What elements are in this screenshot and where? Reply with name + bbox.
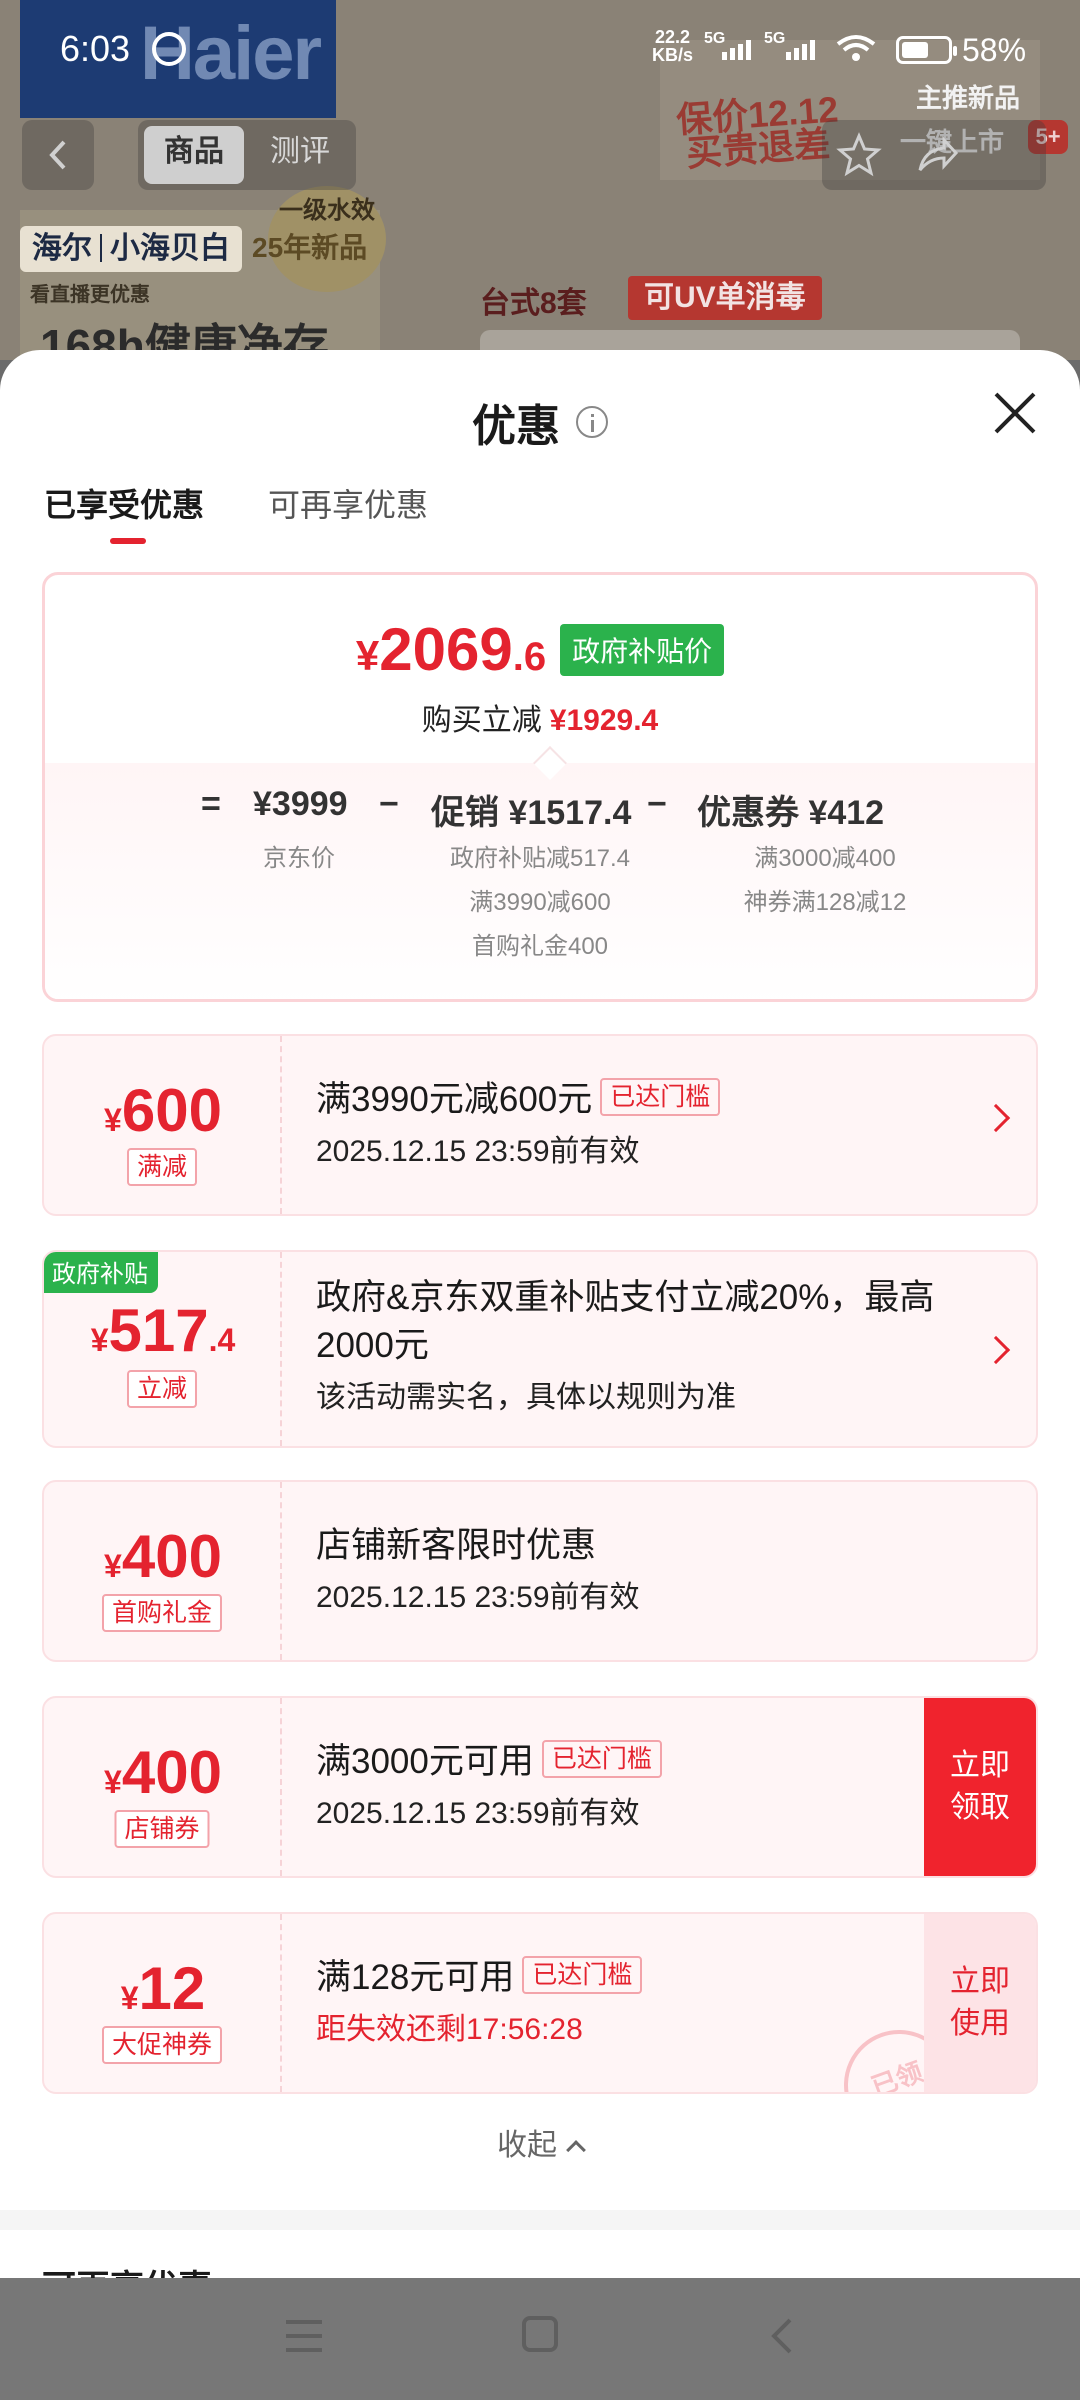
collapse-button[interactable]: 收起 xyxy=(0,2120,1080,2164)
base-price-label: 京东价 xyxy=(263,845,335,872)
formula-base-price: ¥3999 xyxy=(253,785,348,823)
back-icon[interactable] xyxy=(764,2316,800,2356)
coupon-title: 满128元可用 已达门槛 xyxy=(316,1954,956,2002)
coupon-kind: 大促神券 xyxy=(101,2026,223,2064)
coupon-amount-area: ¥400 首购礼金 xyxy=(44,1482,282,1660)
instant-reduction: 购买立减 ¥1929.4 xyxy=(421,704,659,737)
tab-more-discounts[interactable]: 可再享优惠 xyxy=(268,480,428,544)
feature-tag: 台式8套 xyxy=(480,287,587,320)
final-price-row: ¥2069.6 政府补贴价 xyxy=(45,615,1035,684)
info-icon[interactable] xyxy=(576,406,608,438)
coupon-amount-area: ¥12 大促神券 xyxy=(44,1914,282,2092)
share-icon[interactable] xyxy=(914,132,960,178)
chevron-right-icon xyxy=(981,1103,1011,1133)
discount-sheet: 优惠 已享受优惠 可再享优惠 ¥2069.6 政府补贴价 购买立减 ¥1929.4… xyxy=(0,350,1080,2278)
wifi-icon xyxy=(836,35,876,61)
coupon-info: 政府&京东双重补贴支付立减20%，最高2000元 该活动需实名，具体以规则为准 xyxy=(316,1274,936,1416)
threshold-reached-tag: 已达门槛 xyxy=(522,1956,643,1994)
coupon-item: 满3000减400 xyxy=(754,845,896,872)
coupon-card-store: ¥400 店铺券 满3000元可用 已达门槛 2025.12.15 23:59前有… xyxy=(42,1696,1038,1878)
coupon-countdown: 距失效还剩17:56:28 xyxy=(316,2013,583,2046)
formula-minus-1: − xyxy=(379,785,399,823)
coupon-item: 神券满128减12 xyxy=(743,889,907,916)
coupon-info: 满3000元可用 已达门槛 2025.12.15 23:59前有效 xyxy=(316,1738,956,1832)
coupon-validity: 2025.12.15 23:59前有效 xyxy=(316,1797,640,1830)
signal-icon xyxy=(722,40,751,60)
sim2-type: 5G xyxy=(764,30,786,47)
close-icon[interactable] xyxy=(990,388,1040,438)
gov-subsidy-corner-badge: 政府补贴 xyxy=(44,1252,158,1293)
product-brand-line: 海尔 小海贝白 xyxy=(20,226,242,272)
formula-equals: = xyxy=(201,785,221,823)
signal-2-icon xyxy=(786,40,815,60)
back-button[interactable] xyxy=(22,120,94,190)
system-nav-bar xyxy=(0,2278,1080,2400)
formula-coupon: 优惠券 ¥412 xyxy=(697,794,885,832)
live-hint: 看直播更优惠 xyxy=(30,284,150,306)
menu-icon[interactable] xyxy=(284,2318,324,2354)
coupon-kind: 立减 xyxy=(126,1370,198,1408)
product-tabs: 商品 测评 xyxy=(138,120,356,190)
coupon-note: 该活动需实名，具体以规则为准 xyxy=(316,1381,736,1414)
coupon-title: 满3990元减600元 已达门槛 xyxy=(316,1076,956,1124)
poster-text-2: 买贵退差 xyxy=(684,123,832,174)
coupon-title: 政府&京东双重补贴支付立减20%，最高2000元 xyxy=(316,1278,935,1365)
chevron-left-icon xyxy=(49,140,66,170)
coupon-kind: 店铺券 xyxy=(114,1810,210,1848)
promo-item: 满3990减600 xyxy=(469,889,611,916)
coupon-info: 店铺新客限时优惠 2025.12.15 23:59前有效 xyxy=(316,1522,956,1616)
coupon-kind: 满减 xyxy=(126,1148,198,1186)
promo-item: 首购礼金400 xyxy=(471,933,609,960)
coupon-card-first-purchase[interactable]: ¥400 首购礼金 店铺新客限时优惠 2025.12.15 23:59前有效 xyxy=(42,1480,1038,1662)
threshold-reached-tag: 已达门槛 xyxy=(541,1740,662,1778)
home-icon[interactable] xyxy=(522,2316,558,2352)
alarm-icon xyxy=(152,32,186,66)
coupon-card-gov-subsidy[interactable]: ¥517.4 立减 政府补贴 政府&京东双重补贴支付立减20%，最高2000元 … xyxy=(42,1250,1038,1448)
coupon-card-mega-promo: ¥12 大促神券 满128元可用 已达门槛 距失效还剩17:56:28 已领 立即… xyxy=(42,1912,1038,2094)
coupon-amount: ¥517.4 xyxy=(90,1297,236,1364)
chevron-right-icon xyxy=(981,1335,1011,1365)
threshold-reached-tag: 已达门槛 xyxy=(600,1078,721,1116)
feature-tag-2: 可UV单消毒 xyxy=(628,276,822,320)
coupon-amount: ¥400 xyxy=(104,1523,222,1590)
new-badge: 25年新品 xyxy=(252,232,368,263)
coupon-title: 满3000元可用 已达门槛 xyxy=(316,1738,956,1786)
coupon-kind: 首购礼金 xyxy=(101,1594,223,1632)
coupon-validity: 2025.12.15 23:59前有效 xyxy=(316,1581,640,1614)
sheet-title: 优惠 xyxy=(472,402,560,451)
coupon-info: 满3990元减600元 已达门槛 2025.12.15 23:59前有效 xyxy=(316,1076,956,1170)
formula-promotion: 促销 ¥1517.4 xyxy=(431,794,632,832)
coupon-title: 店铺新客限时优惠 xyxy=(316,1526,597,1565)
coupon-card-full-reduction[interactable]: ¥600 满减 满3990元减600元 已达门槛 2025.12.15 23:59… xyxy=(42,1034,1038,1216)
discount-tabs: 已享受优惠 可再享优惠 xyxy=(44,480,428,544)
gov-subsidy-price-badge: 政府补贴价 xyxy=(560,623,725,676)
coupon-amount-area: ¥600 满减 xyxy=(44,1036,282,1214)
formula-minus-2: − xyxy=(647,785,667,823)
battery-icon xyxy=(896,36,957,64)
tab-enjoyed-discounts[interactable]: 已享受优惠 xyxy=(44,480,204,544)
coupon-validity: 2025.12.15 23:59前有效 xyxy=(316,1135,640,1168)
net-speed: 22.2 KB/s xyxy=(652,27,694,65)
chevron-up-icon xyxy=(566,2140,586,2160)
sheet-title-row: 优惠 xyxy=(0,390,1080,454)
use-coupon-button[interactable]: 立即 使用 xyxy=(924,1914,1036,2092)
coupon-amount: ¥12 xyxy=(120,1955,206,2022)
tab-product[interactable]: 商品 xyxy=(144,126,244,184)
coupon-amount-area: ¥400 店铺券 xyxy=(44,1698,282,1876)
status-time: 6:03 xyxy=(60,28,131,69)
coupon-info: 满128元可用 已达门槛 距失效还剩17:56:28 xyxy=(316,1954,956,2048)
coupon-amount: ¥600 xyxy=(104,1077,222,1144)
coupon-amount: ¥400 xyxy=(104,1739,222,1806)
price-summary-card: ¥2069.6 政府补贴价 购买立减 ¥1929.4 = ¥3999 − 促销 ¥… xyxy=(42,572,1038,1002)
claim-coupon-button[interactable]: 立即 领取 xyxy=(924,1698,1036,1876)
promo-item: 政府补贴减517.4 xyxy=(449,845,631,872)
battery-percent: 58% xyxy=(962,32,1027,68)
more-discounts-heading: 可再享优惠 xyxy=(42,2260,212,2278)
favorite-star-icon[interactable] xyxy=(836,132,882,178)
final-price: ¥2069.6 xyxy=(355,616,547,683)
tab-review[interactable]: 测评 xyxy=(250,126,350,184)
product-actions xyxy=(822,120,1046,190)
section-divider xyxy=(0,2210,1080,2230)
status-bar: 6:03 22.2 KB/s 5G 5G 58% xyxy=(0,0,1080,100)
